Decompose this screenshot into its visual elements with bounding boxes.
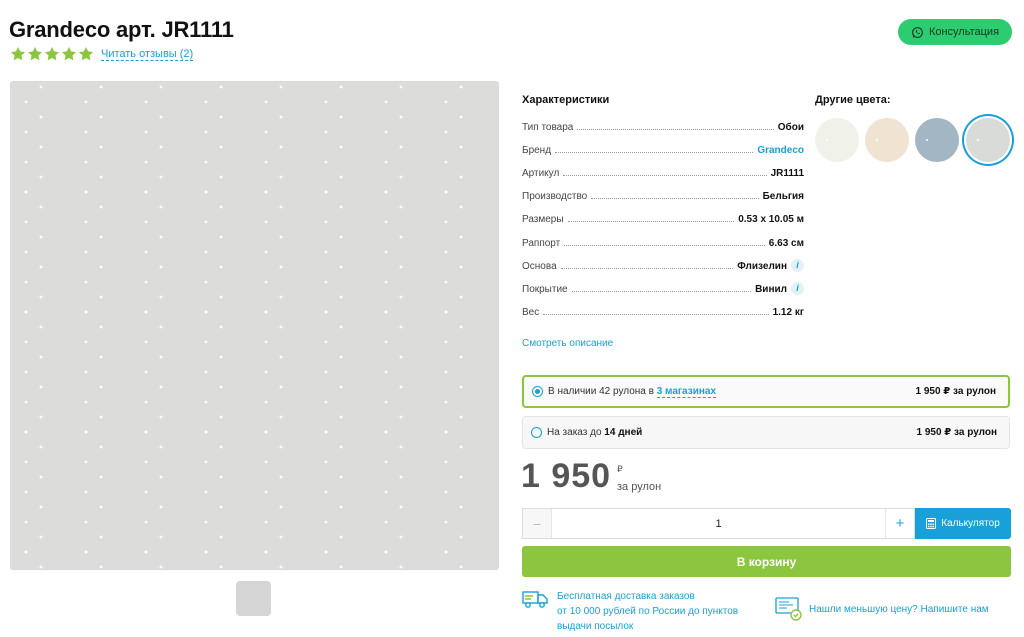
spec-value: JR1111 [770, 168, 804, 179]
spec-label: Основа [522, 261, 557, 272]
star-icon [11, 47, 25, 61]
radio-in-stock[interactable] [532, 386, 543, 397]
spec-value: 0.53 x 10.05 м [738, 214, 804, 225]
on-order-text: На заказ до [547, 427, 602, 438]
delivery-line: от 10 000 рублей по России до пунктов [557, 606, 739, 617]
cheaper-price-block: Нашли меньшую цену? Напишите нам [775, 596, 989, 622]
spec-label: Бренд [522, 145, 552, 156]
spec-label: Вес [522, 307, 540, 318]
consultation-button[interactable]: Консультация [898, 19, 1012, 45]
quantity-minus-button[interactable]: − [523, 509, 552, 538]
calculator-icon [926, 518, 937, 529]
color-swatch[interactable] [865, 118, 909, 162]
whatsapp-icon [912, 26, 923, 38]
spec-row-size: Размеры 0.53 x 10.05 м [522, 211, 804, 225]
spec-row-base: Основа Флизелин i [522, 258, 804, 272]
spec-label: Раппорт [522, 238, 561, 249]
in-stock-text: В наличии 42 рулона в [548, 386, 654, 397]
star-icon [28, 47, 42, 61]
spec-row-country: Производство Бельгия [522, 188, 804, 202]
found-cheaper-link[interactable]: Нашли меньшую цену? Напишите нам [809, 604, 989, 615]
color-swatch[interactable] [915, 118, 959, 162]
other-colors-title: Другие цвета: [815, 94, 891, 106]
calculator-label: Калькулятор [941, 518, 1000, 529]
star-icon [45, 47, 59, 61]
spec-row-repeat: Раппорт 6.63 см [522, 235, 804, 249]
quantity-input[interactable] [552, 509, 885, 538]
wallpaper-pattern [11, 82, 498, 569]
spec-row-brand: Бренд Grandeco [522, 142, 804, 156]
info-icon[interactable]: i [791, 282, 804, 295]
on-order-price: 1 950 ₽ за рулон [916, 427, 998, 438]
spec-value: Флизелин [737, 261, 787, 272]
spec-row-coating: Покрытие Винил i [522, 281, 804, 295]
quantity-plus-button[interactable]: + [885, 509, 914, 538]
view-description-link[interactable]: Смотреть описание [522, 338, 613, 349]
truck-icon [522, 591, 548, 608]
option-in-stock[interactable]: В наличии 42 рулона в 3 магазинах 1 950 … [522, 375, 1010, 408]
quantity-stepper: − + [522, 508, 915, 539]
star-icon [79, 47, 93, 61]
radio-on-order[interactable] [531, 427, 542, 438]
delivery-line: Бесплатная доставка заказов [557, 591, 695, 602]
in-stock-price: 1 950 ₽ за рулон [915, 386, 997, 397]
add-to-cart-button[interactable]: В корзину [522, 546, 1011, 577]
delivery-info: Бесплатная доставка заказов от 10 000 ру… [522, 589, 738, 634]
spec-row-weight: Вес 1.12 кг [522, 304, 804, 318]
free-delivery-link[interactable]: Бесплатная доставка заказов от 10 000 ру… [557, 589, 738, 634]
spec-value: Обои [777, 122, 804, 133]
spec-row-type: Тип товара Обои [522, 119, 804, 133]
rating-stars [10, 46, 94, 62]
option-on-order[interactable]: На заказ до 14 дней 1 950 ₽ за рулон [522, 416, 1010, 449]
spec-value: Винил [755, 284, 787, 295]
spec-label: Размеры [522, 214, 564, 225]
product-thumbnail[interactable] [236, 581, 271, 616]
spec-row-article: Артикул JR1111 [522, 165, 804, 179]
delivery-line: выдачи посылок [557, 621, 634, 632]
shops-link[interactable]: 3 магазинах [656, 386, 717, 398]
spec-value: 6.63 см [768, 238, 804, 249]
price-tag-icon [775, 597, 802, 621]
product-image[interactable] [10, 81, 499, 570]
spec-label: Тип товара [522, 122, 574, 133]
star-icon [62, 47, 76, 61]
on-order-days: 14 дней [604, 427, 643, 438]
price-currency: ₽ [617, 464, 623, 474]
page-title: Grandeco арт. JR1111 [9, 17, 234, 42]
info-icon[interactable]: i [791, 259, 804, 272]
reviews-link[interactable]: Читать отзывы (2) [101, 48, 194, 61]
spec-value: Бельгия [762, 191, 804, 202]
price-unit: за рулон [617, 481, 662, 493]
consultation-label: Консультация [928, 26, 1000, 38]
calculator-button[interactable]: Калькулятор [915, 508, 1011, 539]
color-swatch[interactable] [815, 118, 859, 162]
specs-title: Характеристики [522, 94, 610, 106]
color-swatch-selected[interactable] [966, 118, 1010, 162]
price-amount: 1 950 [521, 457, 612, 495]
spec-label: Покрытие [522, 284, 568, 295]
spec-value: 1.12 кг [772, 307, 804, 318]
spec-label: Производство [522, 191, 588, 202]
brand-link[interactable]: Grandeco [757, 145, 804, 156]
spec-label: Артикул [522, 168, 560, 179]
